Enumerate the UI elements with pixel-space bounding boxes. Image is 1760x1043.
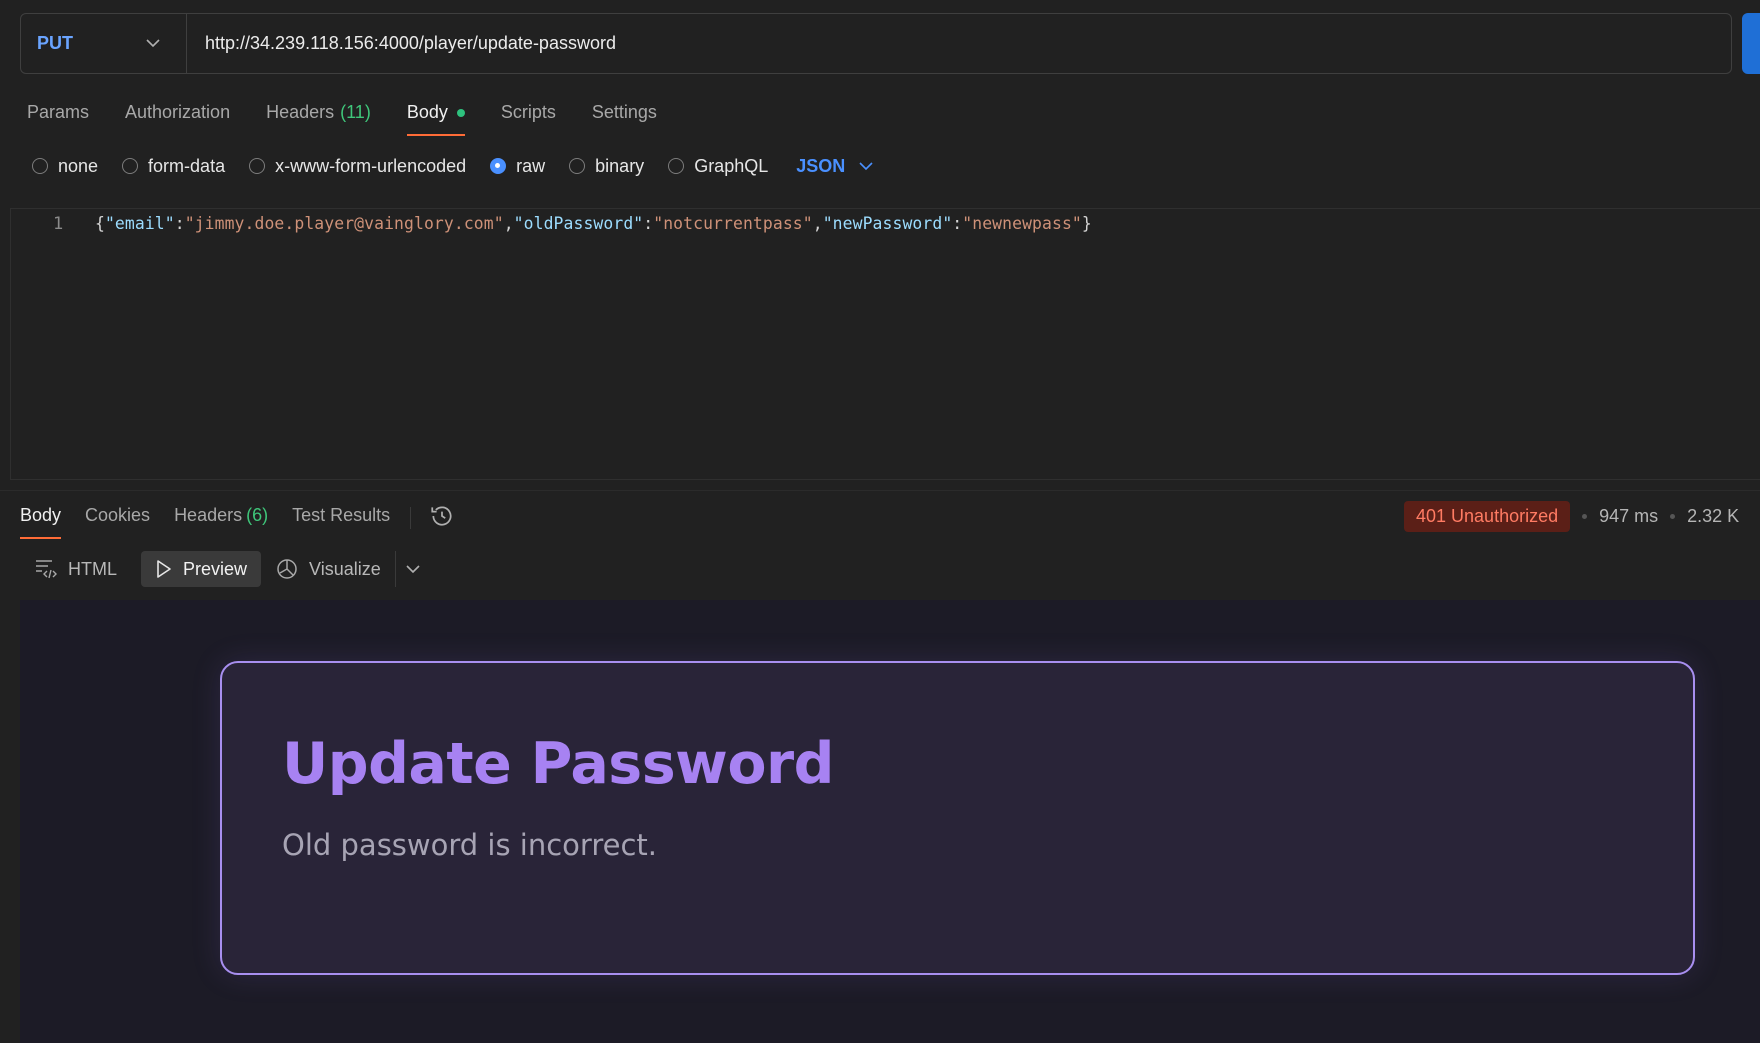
view-preview-button[interactable]: Preview [141,551,262,587]
tab-settings-label: Settings [591,102,657,122]
body-modified-indicator [456,109,465,117]
json-comma: , [503,214,514,233]
radio-form-data-label: form-data [148,155,226,176]
headers-count: (11) [340,102,371,122]
response-tab-test-results[interactable]: Test Results [292,503,390,539]
radio-urlencoded-circle[interactable] [249,158,266,174]
view-visualize-button[interactable]: Visualize [261,551,395,587]
chevron-down-icon [146,35,160,53]
response-headers-count: (6) [246,505,269,525]
tab-authorization-label: Authorization [125,102,231,122]
line-number: 1 [53,214,64,234]
api-client-window: PUT Params Authorization Headers(11) Bod… [0,0,1760,1043]
radio-binary-label: binary [595,155,645,176]
code-lines-icon [36,560,57,579]
json-value-old-password: "notcurrentpass" [653,214,813,233]
json-brace-close: } [1081,214,1092,233]
view-html-label: HTML [68,558,117,579]
raw-format-label: JSON [796,155,846,176]
response-tabs: Body Cookies Headers (6) Test Results [20,503,455,539]
method-select[interactable]: PUT [21,14,187,73]
radio-none[interactable]: none [32,156,98,177]
radio-raw-label: raw [516,155,546,176]
json-key-old-password: "oldPassword" [513,214,644,233]
response-tab-cookies-label: Cookies [85,505,151,525]
meta-separator [1582,513,1588,519]
radio-raw-circle[interactable] [490,158,507,174]
response-tab-body[interactable]: Body [20,503,62,539]
tab-scripts[interactable]: Scripts [501,96,556,136]
json-comma: , [812,214,823,233]
body-editor[interactable]: 1 {"email":"jimmy.doe.player@vainglory.c… [10,208,1760,480]
view-options-dropdown[interactable] [394,551,430,587]
radio-graphql-circle[interactable] [668,158,685,174]
json-value-email: "jimmy.doe.player@vainglory.com" [184,214,504,233]
response-tab-headers-label: Headers [174,505,243,525]
radio-none-label: none [58,155,99,176]
visualize-icon [277,559,297,579]
tab-separator [410,507,412,529]
tab-body[interactable]: Body [406,96,465,136]
radio-graphql[interactable]: GraphQL [668,156,768,177]
meta-separator [1670,513,1676,519]
json-value-new-password: "newnewpass" [962,214,1082,233]
response-tab-cookies[interactable]: Cookies [85,503,150,539]
history-icon[interactable] [429,503,455,534]
response-tab-headers[interactable]: Headers (6) [174,503,268,539]
play-icon [157,560,171,578]
radio-binary[interactable]: binary [569,156,644,177]
status-badge[interactable]: 401 Unauthorized [1404,500,1571,532]
radio-form-data-circle[interactable] [122,158,139,174]
preview-card: Update Password Old password is incorrec… [220,661,1695,975]
json-key-new-password: "newPassword" [822,214,953,233]
method-label: PUT [37,33,73,53]
radio-raw[interactable]: raw [490,156,545,177]
tab-authorization[interactable]: Authorization [125,96,230,136]
body-mode-options: none form-data x-www-form-urlencoded raw… [32,154,873,178]
response-tab-body-label: Body [20,505,62,525]
response-divider[interactable] [0,490,1760,491]
radio-urlencoded-label: x-www-form-urlencoded [275,155,467,176]
response-view-toolbar: HTML Preview Visualize [20,551,430,587]
code-line[interactable]: {"email":"jimmy.doe.player@vainglory.com… [95,214,1092,233]
radio-graphql-label: GraphQL [694,155,769,176]
tab-settings[interactable]: Settings [592,96,657,136]
preview-message: Old password is incorrect. [282,828,657,862]
request-url-bar: PUT [20,13,1732,74]
chevron-down-icon [406,564,420,573]
url-input[interactable] [187,14,1731,73]
radio-binary-circle[interactable] [569,158,586,174]
tab-params[interactable]: Params [27,96,89,136]
chevron-down-icon [859,161,873,170]
tab-headers[interactable]: Headers (11) [266,96,371,136]
tab-scripts-label: Scripts [500,102,556,122]
response-tab-test-results-label: Test Results [292,505,391,525]
raw-format-select[interactable]: JSON [796,156,873,177]
radio-none-circle[interactable] [32,158,48,174]
tab-headers-label: Headers [266,102,335,122]
json-key-email: "email" [104,214,175,233]
request-tabs: Params Authorization Headers (11) Body Sc… [27,96,693,136]
json-colon: : [643,214,654,233]
view-html-button[interactable]: HTML [20,551,131,587]
preview-title: Update Password [282,731,834,797]
response-time[interactable]: 947 ms [1599,506,1658,527]
json-colon: : [952,214,963,233]
json-brace-open: { [95,214,105,233]
tab-params-label: Params [27,102,90,122]
send-button[interactable] [1742,13,1760,74]
view-preview-label: Preview [183,558,248,579]
json-colon: : [174,214,185,233]
response-meta: 401 Unauthorized 947 ms 2.32 K [1404,500,1739,532]
response-preview: Update Password Old password is incorrec… [20,600,1760,1043]
response-size[interactable]: 2.32 K [1687,506,1739,527]
tab-body-label: Body [406,102,448,122]
radio-form-data[interactable]: form-data [122,156,225,177]
radio-urlencoded[interactable]: x-www-form-urlencoded [249,156,466,177]
view-visualize-label: Visualize [309,558,381,579]
